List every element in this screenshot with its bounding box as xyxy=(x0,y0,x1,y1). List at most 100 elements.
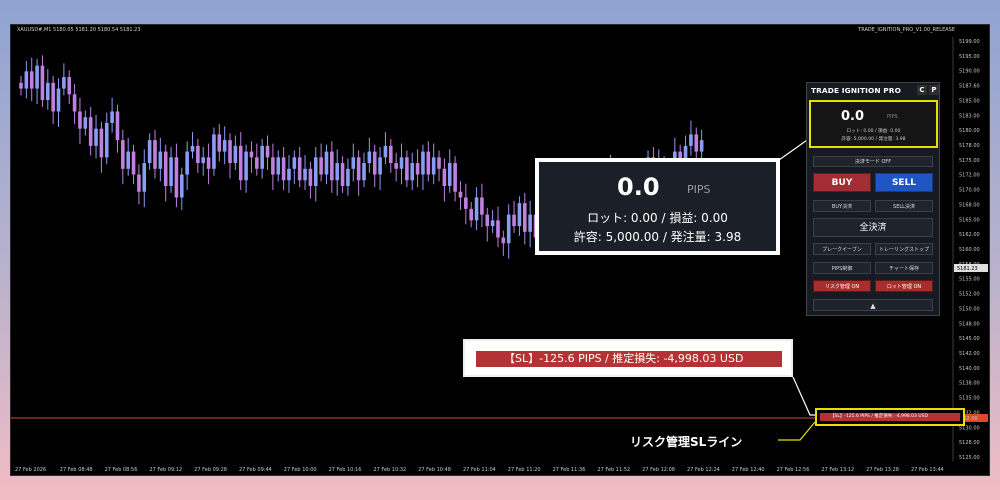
candle-body xyxy=(163,151,168,186)
price-tick-label: 5148.00 xyxy=(959,321,980,327)
candle-body xyxy=(689,134,693,146)
price-tick-label: 5170.00 xyxy=(959,188,980,194)
callout-pips-value: 0.0 xyxy=(617,173,660,201)
candle-body xyxy=(421,151,425,175)
risk-management-toggle[interactable]: リスク管理 ON xyxy=(813,280,871,292)
time-tick-label: 27 Feb 09:28 xyxy=(194,467,227,473)
price-tick-label: 5152.00 xyxy=(959,292,980,298)
candle-body xyxy=(501,237,506,244)
candle-body xyxy=(694,134,699,152)
candle-body xyxy=(394,163,398,169)
candle-body xyxy=(174,157,179,198)
price-tick-label: 5150.00 xyxy=(959,306,980,312)
candle-body xyxy=(29,71,34,89)
candle-body xyxy=(83,117,88,129)
time-tick-label: 27 Feb 12:24 xyxy=(687,467,720,473)
price-tick-label: 5180.00 xyxy=(959,128,980,134)
candle-body xyxy=(496,220,500,238)
candle-body xyxy=(67,77,72,95)
candle-body xyxy=(512,214,516,227)
allow-line: 許容: 5,000.00 / 発注量: 3.98 xyxy=(841,137,906,142)
price-tick-label: 5195.00 xyxy=(959,54,980,60)
collapse-button[interactable]: ▲ xyxy=(813,299,933,311)
candle-body xyxy=(362,163,366,181)
current-price-label: 5181.23 xyxy=(957,266,978,272)
close-all-button[interactable]: 全決済 xyxy=(813,218,933,237)
candle-body xyxy=(35,65,39,89)
time-tick-label: 27 Feb 13:12 xyxy=(821,467,854,473)
price-tick-label: 5190.00 xyxy=(959,69,980,75)
time-tick-label: 27 Feb 10:48 xyxy=(418,467,451,473)
time-tick-label: 27 Feb 08:48 xyxy=(60,467,93,473)
candle-body xyxy=(464,197,468,209)
candle-body xyxy=(121,140,125,169)
candle-body xyxy=(40,65,45,101)
candle-body xyxy=(206,157,211,169)
lot-management-toggle[interactable]: ロット管理 ON xyxy=(875,280,933,292)
close-mode-button[interactable]: 決済モード OFF xyxy=(813,156,933,167)
candle-body xyxy=(110,111,114,123)
callout-pips-unit: PIPS xyxy=(687,183,711,196)
candle-body xyxy=(405,157,409,181)
p-button[interactable]: P xyxy=(929,85,939,95)
candle-body xyxy=(244,151,248,181)
chart-save-button[interactable]: チャート保存 xyxy=(875,262,933,274)
candle-body xyxy=(88,117,93,146)
candle-body xyxy=(99,128,104,158)
candle-body xyxy=(303,168,307,181)
candle-body xyxy=(212,134,216,169)
time-tick-label: 27 Feb 13:44 xyxy=(911,467,944,473)
sell-close-button[interactable]: SELL決済 xyxy=(875,200,933,212)
time-tick-label: 27 Feb 11:52 xyxy=(597,467,630,473)
time-tick-label: 27 Feb 12:40 xyxy=(732,467,765,473)
pips-value: 0.0 xyxy=(841,109,865,124)
candle-body xyxy=(506,214,511,244)
candle-body xyxy=(388,145,393,164)
candle-body xyxy=(185,151,189,175)
price-tick-label: 5145.00 xyxy=(959,336,980,342)
buy-close-button[interactable]: BUY決済 xyxy=(813,200,871,212)
candle-body xyxy=(480,197,484,215)
candle-body xyxy=(45,82,50,101)
trade-panel: TRADE IGNITION PRO C P 0.0 PIPS ロット: 0.0… xyxy=(806,82,940,316)
candle-body xyxy=(153,140,157,169)
time-tick-label: 27 Feb 11:20 xyxy=(508,467,541,473)
candle-body xyxy=(485,214,490,227)
time-tick-label: 27 Feb 10:32 xyxy=(373,467,406,473)
candle-body xyxy=(330,151,334,181)
candle-body xyxy=(490,220,495,227)
time-tick-label: 27 Feb 12:56 xyxy=(777,467,810,473)
candle-body xyxy=(271,157,275,175)
breakeven-button[interactable]: ブレークイーブン xyxy=(813,243,871,255)
candle-body xyxy=(469,208,473,221)
candle-body xyxy=(351,157,356,169)
candle-body xyxy=(94,128,98,146)
price-tick-label: 5168.00 xyxy=(959,202,980,208)
candle-body xyxy=(56,88,61,112)
candle-body xyxy=(335,163,340,181)
price-tick-label: 5172.00 xyxy=(959,173,980,179)
candle-body xyxy=(260,145,264,169)
price-tick-label: 5162.00 xyxy=(959,232,980,238)
time-tick-label: 27 Feb 09:44 xyxy=(239,467,272,473)
candle-body xyxy=(104,122,109,158)
price-tick-label: 5185.00 xyxy=(959,98,980,104)
candle-body xyxy=(222,140,227,152)
c-button[interactable]: C xyxy=(917,85,927,95)
candle-body xyxy=(169,157,173,186)
buy-button[interactable]: BUY xyxy=(813,173,871,192)
price-tick-label: 5160.00 xyxy=(959,247,980,253)
candle-body xyxy=(126,151,130,169)
candle-body xyxy=(147,140,152,164)
sl-callout: 【SL】-125.6 PIPS / 推定損失: -4,998.03 USD xyxy=(463,339,793,377)
candle-body xyxy=(367,151,372,164)
candle-body xyxy=(115,111,120,141)
trailing-stop-button[interactable]: トレーリングストップ xyxy=(875,243,933,255)
sl-label-box: 【SL】-125.6 PIPS / 推定損失: -4,998.03 USD xyxy=(815,408,965,426)
candle-body xyxy=(196,145,200,164)
sell-button[interactable]: SELL xyxy=(875,173,933,192)
time-tick-label: 27 Feb 08:56 xyxy=(105,467,138,473)
candle-body xyxy=(72,94,77,112)
price-tick-label: 5178.00 xyxy=(959,143,980,149)
pips-control-button[interactable]: PIPS制御 xyxy=(813,262,871,274)
